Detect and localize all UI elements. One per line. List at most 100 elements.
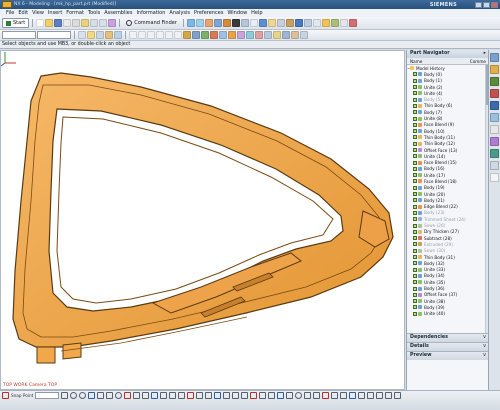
system-scenes-icon[interactable] [490, 173, 499, 182]
visibility-checkbox[interactable] [413, 192, 417, 197]
tree-item[interactable]: Unite (40) [407, 311, 485, 317]
visibility-checkbox[interactable] [413, 160, 417, 165]
snap-intersect-icon[interactable] [250, 392, 258, 400]
point-icon[interactable] [133, 392, 141, 400]
visibility-checkbox[interactable] [413, 148, 417, 152]
snap-center-bottom-icon[interactable] [232, 392, 240, 400]
extrude-icon[interactable] [183, 31, 191, 39]
visibility-checkbox[interactable] [413, 135, 417, 140]
visibility-checkbox[interactable] [413, 78, 417, 83]
command-finder-button[interactable]: Command Finder [123, 20, 180, 26]
select-all-icon[interactable] [78, 31, 86, 39]
work-layer-icon[interactable] [303, 19, 312, 27]
mirror-curve-icon[interactable] [169, 392, 177, 400]
visibility-checkbox[interactable] [413, 217, 417, 222]
menu-format[interactable]: Format [66, 10, 84, 16]
snap-grid-icon[interactable] [259, 392, 267, 400]
visibility-checkbox[interactable] [413, 255, 417, 260]
constraint-navigator-icon[interactable] [490, 77, 499, 86]
polygon-icon[interactable] [106, 392, 114, 400]
face-select-icon[interactable] [96, 31, 104, 39]
visibility-checkbox[interactable] [413, 305, 417, 310]
type-filter-select[interactable] [2, 31, 36, 39]
snap-point-on-face-icon[interactable] [349, 392, 357, 400]
visibility-checkbox[interactable] [413, 166, 417, 171]
visibility-checkbox[interactable] [413, 286, 417, 291]
menu-help[interactable]: Help [251, 10, 262, 16]
paste-icon[interactable] [81, 19, 90, 27]
extend-icon[interactable] [160, 392, 168, 400]
maximize-button[interactable] [483, 1, 490, 8]
process-studio-icon[interactable] [490, 149, 499, 158]
edge-select-icon[interactable] [105, 31, 113, 39]
snap-reset-icon[interactable] [358, 392, 366, 400]
visibility-checkbox[interactable] [413, 248, 417, 253]
part-frame-body[interactable] [12, 72, 394, 348]
mirror-icon[interactable] [300, 31, 308, 39]
column-comment[interactable]: Comme [470, 58, 486, 64]
project-icon[interactable] [178, 392, 186, 400]
cut-icon[interactable] [63, 19, 72, 27]
pan-icon[interactable] [213, 19, 222, 27]
visibility-checkbox[interactable] [413, 154, 417, 159]
visibility-checkbox[interactable] [413, 261, 417, 266]
spline-icon[interactable] [124, 392, 132, 400]
snap-options-icon[interactable] [367, 392, 375, 400]
snap-control-icon[interactable] [340, 392, 348, 400]
visibility-checkbox[interactable] [413, 129, 417, 134]
model-view[interactable] [1, 51, 405, 390]
offset-curve-icon[interactable] [142, 392, 150, 400]
snap-endpoint-icon[interactable] [129, 31, 137, 39]
revolve-icon[interactable] [192, 31, 200, 39]
snap-tangent-icon[interactable] [241, 392, 249, 400]
snap-existing-icon[interactable] [277, 392, 285, 400]
visibility-checkbox[interactable] [413, 110, 417, 115]
visibility-checkbox[interactable] [413, 97, 417, 102]
visibility-checkbox[interactable] [413, 179, 417, 184]
ellipse-icon[interactable] [115, 392, 123, 400]
snap-extra-icon[interactable] [385, 392, 393, 400]
part-navigator-header[interactable]: Part Navigator ▸ [407, 50, 488, 58]
close-button[interactable] [491, 1, 498, 8]
constraint-icon[interactable] [196, 392, 204, 400]
visibility-checkbox[interactable] [413, 292, 417, 297]
render-style-icon[interactable] [231, 19, 240, 27]
visibility-checkbox[interactable] [413, 173, 417, 178]
visibility-checkbox[interactable] [413, 229, 417, 234]
convert-icon[interactable] [205, 392, 213, 400]
snap-bounded-icon[interactable] [322, 392, 330, 400]
sew-icon[interactable] [282, 31, 290, 39]
shell-icon[interactable] [246, 31, 254, 39]
snap-mid-icon[interactable] [223, 392, 231, 400]
snap-quadrant-icon[interactable] [165, 31, 173, 39]
new-icon[interactable] [36, 19, 45, 27]
measure-icon[interactable] [312, 19, 321, 27]
visibility-checkbox[interactable] [413, 141, 417, 146]
visibility-checkbox[interactable] [413, 185, 417, 190]
help-icon[interactable] [348, 19, 357, 27]
show-hide-icon[interactable] [267, 19, 276, 27]
rectangle-icon[interactable] [2, 392, 9, 400]
system-materials-icon[interactable] [490, 137, 499, 146]
shaded-icon[interactable] [222, 19, 231, 27]
circle-icon[interactable] [79, 392, 87, 400]
menu-view[interactable]: View [32, 10, 44, 16]
snap-end-icon[interactable] [214, 392, 222, 400]
thicken-icon[interactable] [273, 31, 281, 39]
section-dependencies[interactable]: Dependencies v [407, 333, 489, 342]
feature-select-icon[interactable] [87, 31, 95, 39]
menu-assemblies[interactable]: Assemblies [104, 10, 132, 16]
roles-icon[interactable] [490, 161, 499, 170]
start-button[interactable]: Start [2, 18, 30, 28]
snap-point-select[interactable] [35, 392, 60, 400]
scope-filter-select[interactable] [37, 31, 71, 39]
intersect-icon[interactable] [219, 31, 227, 39]
reuse-library-icon[interactable] [490, 89, 499, 98]
minimize-button[interactable] [475, 1, 482, 8]
fit-view-icon[interactable] [186, 19, 195, 27]
material-icon[interactable] [285, 19, 294, 27]
menu-information[interactable]: Information [136, 10, 165, 16]
snap-perp-icon[interactable] [268, 392, 276, 400]
snap-face-icon[interactable] [331, 392, 339, 400]
visibility-checkbox[interactable] [413, 223, 417, 228]
